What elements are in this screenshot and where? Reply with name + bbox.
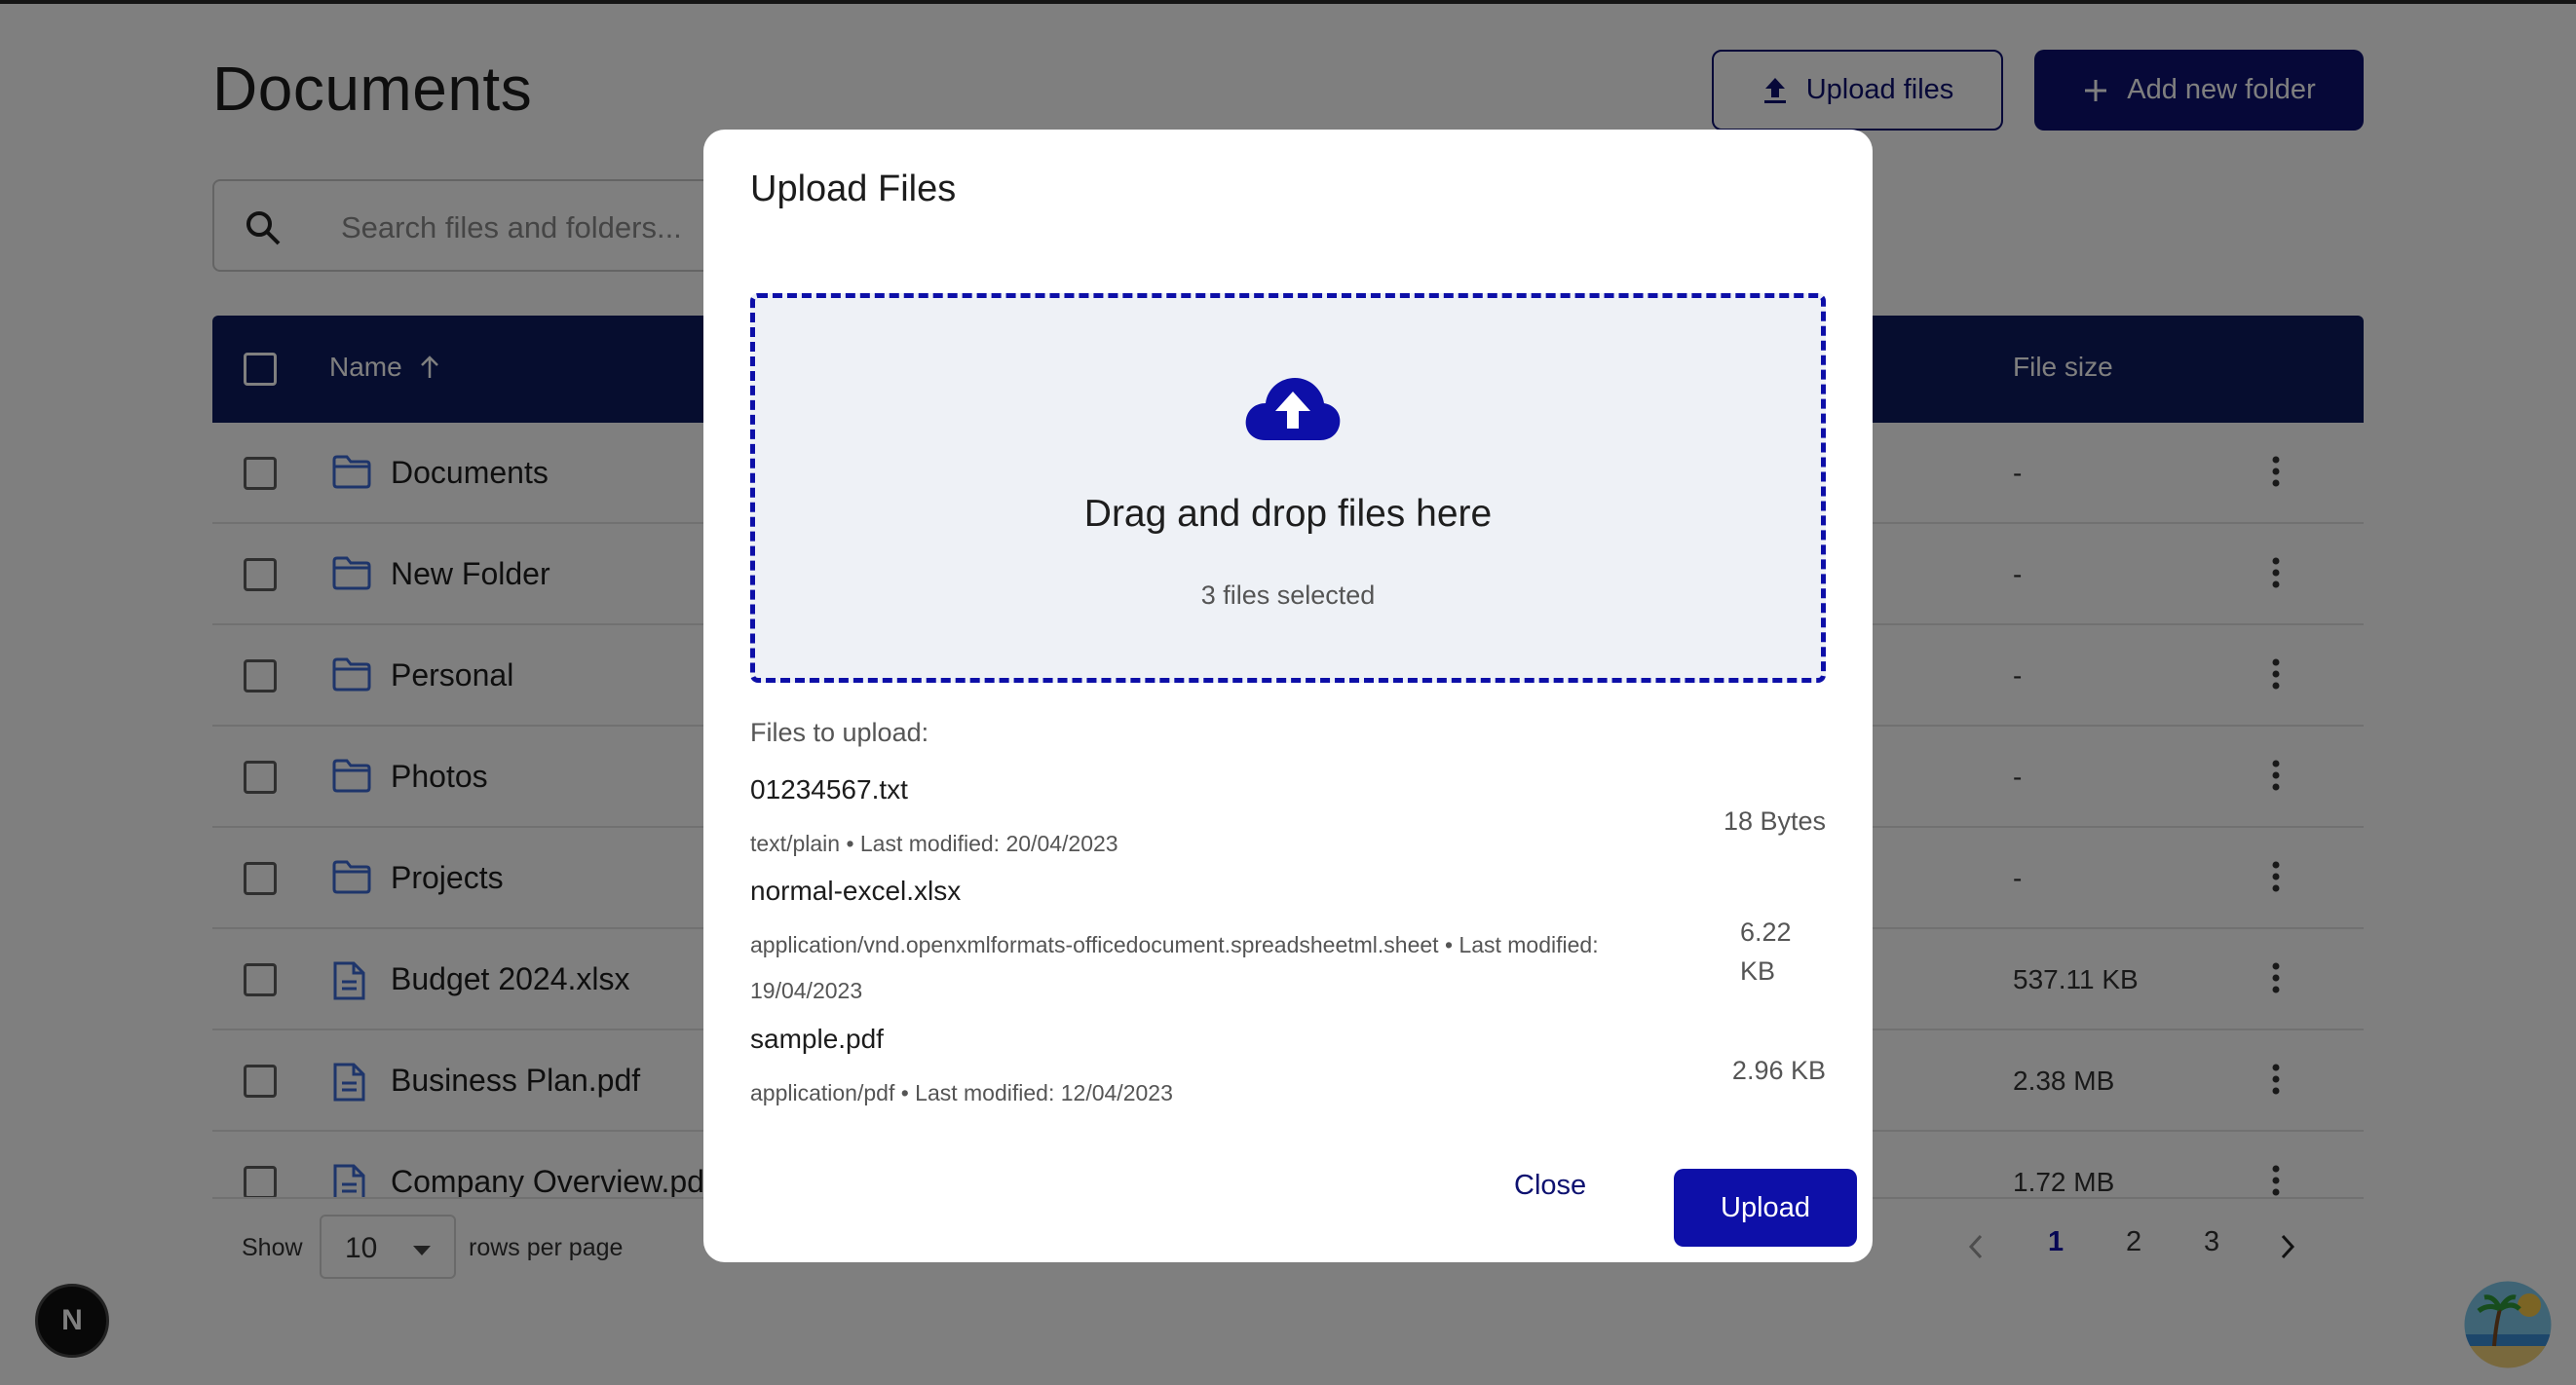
- upload-file-size: 6.22 KB: [1740, 917, 1792, 986]
- upload-file-item: 01234567.txt text/plain • Last modified:…: [750, 774, 1826, 862]
- upload-file-item: sample.pdf application/pdf • Last modifi…: [750, 1024, 1826, 1111]
- upload-file-size: 18 Bytes: [1723, 806, 1826, 836]
- upload-button[interactable]: Upload: [1674, 1169, 1857, 1247]
- files-to-upload-heading: Files to upload:: [750, 718, 929, 747]
- upload-file-item: normal-excel.xlsx application/vnd.openxm…: [750, 876, 1826, 1012]
- upload-files-dialog: Upload Files Drag and drop files here 3 …: [703, 130, 1873, 1262]
- upload-file-size: 2.96 KB: [1731, 1056, 1826, 1085]
- upload-file-name: sample.pdf: [750, 1024, 884, 1054]
- files-selected-count: 3 files selected: [1200, 580, 1376, 610]
- dropzone-title: Drag and drop files here: [1083, 493, 1493, 535]
- upload-file-meta: application/pdf • Last modified: 12/04/2…: [750, 1080, 1173, 1105]
- dialog-title: Upload Files: [750, 168, 957, 209]
- file-dropzone[interactable]: Drag and drop files here 3 files selecte…: [750, 293, 1826, 683]
- upload-file-meta: text/plain • Last modified: 20/04/2023: [750, 831, 1118, 856]
- upload-file-name: 01234567.txt: [750, 774, 908, 805]
- upload-file-meta: application/vnd.openxmlformats-officedoc…: [750, 932, 1599, 1003]
- cloud-upload-icon: [1245, 378, 1341, 440]
- close-button[interactable]: Close: [1514, 1170, 1586, 1202]
- upload-file-name: normal-excel.xlsx: [750, 876, 962, 906]
